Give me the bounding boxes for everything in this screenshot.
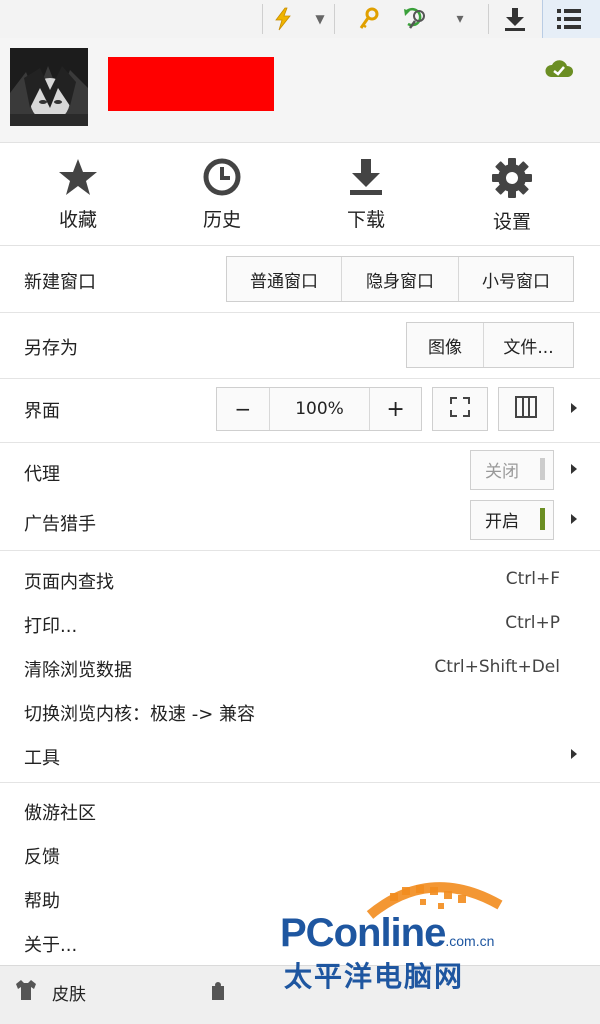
normal-window-button[interactable]: 普通窗口 <box>227 257 342 301</box>
shortcut-label: Ctrl+P <box>505 613 560 633</box>
divider <box>0 550 600 551</box>
menu-button[interactable] <box>542 0 600 38</box>
chevron-down-icon[interactable]: ▾ <box>452 4 468 34</box>
redacted-username <box>108 57 274 111</box>
tshirt-icon <box>14 979 38 1006</box>
key-icon[interactable] <box>354 4 384 34</box>
save-as-options: 图像 文件... <box>406 322 574 368</box>
adblock-state: 开启 <box>485 512 519 532</box>
new-window-options: 普通窗口 隐身窗口 小号窗口 <box>226 256 574 302</box>
history-label: 历史 <box>202 209 241 231</box>
fullscreen-icon <box>449 396 471 423</box>
favorites-button[interactable]: 收藏 <box>28 157 128 232</box>
pconline-watermark: PConline.com.cn 太平洋电脑网 <box>270 875 570 993</box>
zoom-out-button[interactable]: − <box>217 388 270 430</box>
chevron-right-icon <box>571 749 577 759</box>
lightning-icon[interactable] <box>268 4 298 34</box>
layout-columns-button[interactable] <box>498 387 554 431</box>
menu-item-help[interactable]: 帮助 <box>24 887 60 913</box>
favorites-label: 收藏 <box>58 209 97 231</box>
shortcut-label: Ctrl+F <box>505 569 560 589</box>
save-file-button[interactable]: 文件... <box>484 323 573 367</box>
zoom-controls: − 100% + <box>216 387 422 431</box>
star-icon <box>28 157 128 197</box>
adblock-toggle[interactable]: 开启 <box>470 500 554 540</box>
toolbar-separator <box>262 4 263 34</box>
settings-label: 设置 <box>492 211 531 233</box>
zoom-search-icon[interactable] <box>400 4 434 34</box>
divider <box>0 442 600 443</box>
history-button[interactable]: 历史 <box>172 157 272 232</box>
chevron-right-icon[interactable] <box>571 464 577 474</box>
downloads-label: 下载 <box>346 209 385 231</box>
divider <box>0 378 600 379</box>
menu-item-about[interactable]: 关于... <box>24 931 77 957</box>
download-icon[interactable] <box>498 4 532 34</box>
toolbar-separator <box>488 4 489 34</box>
proxy-label: 代理 <box>24 464 60 485</box>
save-as-label: 另存为 <box>24 338 78 359</box>
save-image-button[interactable]: 图像 <box>407 323 484 367</box>
menu-item-label: 打印... <box>24 616 78 637</box>
adblock-state-indicator <box>540 508 545 530</box>
skin-label: 皮肤 <box>52 985 86 1005</box>
menu-item-label: 清除浏览数据 <box>24 660 132 681</box>
chevron-down-icon[interactable]: ▼ <box>312 4 328 34</box>
new-window-label: 新建窗口 <box>24 272 96 293</box>
shortcut-label: Ctrl+Shift+Del <box>434 657 560 677</box>
alt-account-window-button[interactable]: 小号窗口 <box>459 257 573 301</box>
proxy-toggle[interactable]: 关闭 <box>470 450 554 490</box>
zoom-in-button[interactable]: + <box>370 388 421 430</box>
fullscreen-button[interactable] <box>432 387 488 431</box>
incognito-window-button[interactable]: 隐身窗口 <box>342 257 459 301</box>
chevron-right-icon[interactable] <box>571 514 577 524</box>
chevron-right-icon[interactable] <box>571 403 577 413</box>
menu-item-label: 工具 <box>24 748 60 769</box>
menu-list-icon <box>555 6 583 37</box>
divider <box>0 782 600 783</box>
quick-actions: 收藏 历史 下载 设置 <box>0 143 600 246</box>
divider <box>0 312 600 313</box>
zoom-level: 100% <box>270 388 371 430</box>
settings-button[interactable]: 设置 <box>462 157 562 234</box>
toolbar-separator <box>334 4 335 34</box>
downloads-button[interactable]: 下载 <box>316 157 416 232</box>
menu-item-community[interactable]: 傲游社区 <box>24 799 96 825</box>
browser-toolbar: ▼ ▾ <box>0 0 600 39</box>
columns-icon <box>514 395 538 424</box>
menu-item-feedback[interactable]: 反馈 <box>24 843 60 869</box>
gear-icon <box>462 157 562 199</box>
menu-item-label: 页面内查找 <box>24 572 114 593</box>
skin-button[interactable]: 皮肤 <box>14 979 86 1006</box>
clock-icon <box>172 157 272 197</box>
pconline-chinese-name: 太平洋电脑网 <box>284 960 465 993</box>
menu-item-label: 切换浏览内核：极速 -> 兼容 <box>24 704 256 725</box>
proxy-state: 关闭 <box>485 462 519 482</box>
avatar[interactable] <box>10 48 88 126</box>
puzzle-icon[interactable] <box>210 981 226 1006</box>
download-icon <box>316 157 416 197</box>
proxy-state-indicator <box>540 458 545 480</box>
cloud-sync-icon[interactable] <box>544 58 574 85</box>
interface-label: 界面 <box>24 401 60 422</box>
profile-section <box>0 38 600 143</box>
adblock-label: 广告猎手 <box>24 514 96 535</box>
